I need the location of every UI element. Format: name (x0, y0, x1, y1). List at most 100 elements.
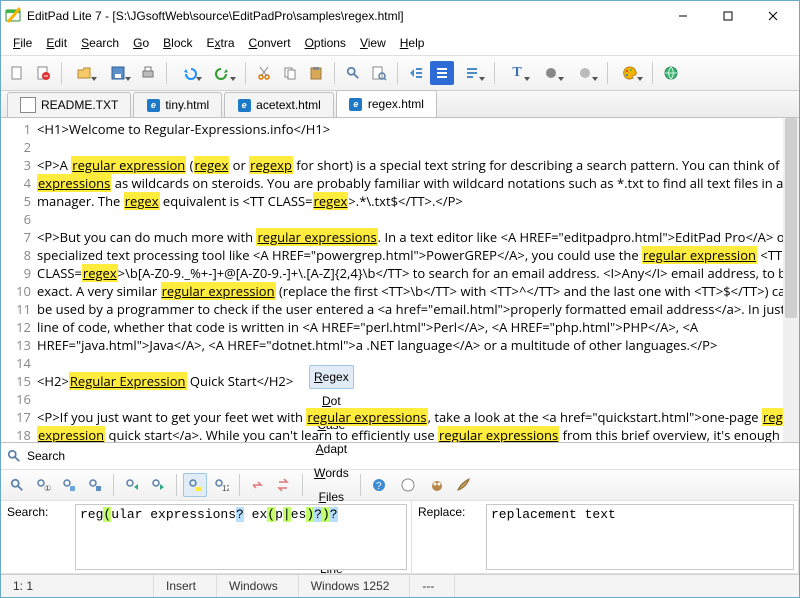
web-button[interactable] (659, 61, 683, 85)
vertical-scrollbar[interactable] (783, 118, 799, 442)
file-icon (20, 97, 36, 113)
owl-button[interactable] (425, 473, 449, 497)
copy-button[interactable] (278, 61, 302, 85)
code-line[interactable]: <H1>Welcome to Regular-Expressions.info<… (37, 120, 799, 138)
replace-once-button[interactable] (246, 473, 270, 497)
search-prev-button[interactable] (120, 473, 144, 497)
print-button[interactable] (136, 61, 160, 85)
maximize-button[interactable] (705, 2, 750, 30)
code-line[interactable]: line of code, whether that code is writt… (37, 318, 799, 336)
svg-text:?: ? (376, 481, 382, 492)
menu-search[interactable]: Search (75, 34, 125, 52)
menu-help[interactable]: Help (394, 34, 431, 52)
statusbar: 1: 1 Insert Windows Windows 1252 --- (1, 574, 799, 597)
font-color-button[interactable] (535, 61, 567, 85)
editor-area[interactable]: 123456789101112131415161718 <H1>Welcome … (1, 118, 799, 442)
count-matches-button[interactable]: 123 (209, 473, 233, 497)
outdent-button[interactable] (404, 61, 428, 85)
app-icon (5, 6, 23, 27)
code-line[interactable] (37, 390, 799, 408)
search-panel-header: Search (1, 443, 799, 469)
search-input[interactable]: reg(ular expressions? ex(p|es)?)? (75, 504, 407, 570)
status-mode[interactable]: Insert (154, 575, 217, 597)
menu-block[interactable]: Block (157, 34, 198, 52)
new-button[interactable] (5, 61, 29, 85)
menu-options[interactable]: Options (299, 34, 352, 52)
undo-button[interactable] (173, 61, 205, 85)
tab-readme-txt[interactable]: README.TXT (7, 92, 131, 117)
main-toolbar: T (1, 56, 799, 91)
find-next-button[interactable] (5, 473, 29, 497)
minimize-button[interactable] (660, 2, 705, 30)
font-button[interactable]: T (501, 61, 533, 85)
search-next-button[interactable] (146, 473, 170, 497)
find-selection-button[interactable] (57, 473, 81, 497)
file-icon (146, 98, 160, 112)
history-button[interactable] (393, 473, 423, 497)
code-line[interactable]: exact. A very similar regular expression… (37, 282, 799, 300)
menu-view[interactable]: View (354, 34, 392, 52)
code-line[interactable]: <P>If you just want to get your feet wet… (37, 408, 799, 426)
menu-go[interactable]: Go (127, 34, 155, 52)
search-panel-title: Search (27, 449, 65, 463)
cut-button[interactable] (252, 61, 276, 85)
app-window: EditPad Lite 7 - [S:\JGsoftWeb\source\Ed… (0, 0, 800, 598)
code-line[interactable]: HREF="java.html">Java</A>, <A HREF="dotn… (37, 336, 799, 354)
replace-label: Replace: (412, 501, 486, 573)
close-button[interactable] (750, 2, 795, 30)
find-button[interactable] (341, 61, 365, 85)
menu-file[interactable]: File (7, 34, 38, 52)
code-line[interactable] (37, 354, 799, 372)
replace-all-button[interactable] (272, 473, 296, 497)
code-line[interactable]: expressions as wildcards on steroids. Yo… (37, 174, 799, 192)
code-line[interactable]: expression quick start</a>. While you ca… (37, 426, 799, 442)
menubar: FileEditSearchGoBlockExtraConvertOptions… (1, 31, 799, 56)
palette-button[interactable] (614, 61, 646, 85)
tab-acetext-html[interactable]: acetext.html (224, 92, 334, 117)
code-line[interactable]: <P>But you can do much more with regular… (37, 228, 799, 246)
status-encoding[interactable]: Windows 1252 (299, 575, 411, 597)
search-label: Search: (1, 501, 75, 573)
code-line[interactable]: <P>A regular expression (regex or regexp… (37, 156, 799, 174)
find-first-button[interactable]: ① (31, 473, 55, 497)
search-opt-words[interactable]: Words (309, 461, 354, 485)
delete-button[interactable] (31, 61, 55, 85)
menu-extra[interactable]: Extra (201, 34, 241, 52)
status-platform[interactable]: Windows (217, 575, 299, 597)
highlight-button[interactable] (569, 61, 601, 85)
find-in-files-button[interactable] (367, 61, 391, 85)
code-line[interactable]: be used by a programmer to check if the … (37, 300, 799, 318)
file-icon (237, 98, 251, 112)
replace-input[interactable]: replacement text (486, 504, 794, 570)
menu-edit[interactable]: Edit (40, 34, 73, 52)
tab-regex-html[interactable]: regex.html (336, 90, 437, 117)
redo-button[interactable] (207, 61, 239, 85)
help-button[interactable]: ? (367, 473, 391, 497)
open-button[interactable] (68, 61, 100, 85)
tab-label: README.TXT (41, 98, 118, 112)
menu-convert[interactable]: Convert (243, 34, 297, 52)
wrap-button[interactable] (456, 61, 488, 85)
indent-button[interactable] (430, 61, 454, 85)
code-line[interactable]: specialized text processing tool like <A… (37, 246, 799, 264)
code-text[interactable]: <H1>Welcome to Regular-Expressions.info<… (37, 118, 799, 442)
svg-text:123: 123 (222, 484, 229, 493)
find-save-button[interactable] (83, 473, 107, 497)
code-line[interactable] (37, 138, 799, 156)
scroll-thumb[interactable] (785, 118, 797, 318)
tab-label: acetext.html (256, 98, 321, 112)
status-position: 1: 1 (1, 575, 154, 597)
highlight-all-button[interactable] (183, 473, 207, 497)
save-button[interactable] (102, 61, 134, 85)
tab-label: regex.html (368, 97, 424, 111)
code-line[interactable]: manager. The regex equivalent is <TT CLA… (37, 192, 799, 210)
code-line[interactable]: <H2>Regular Expression Quick Start</H2> (37, 372, 799, 390)
feather-button[interactable] (451, 473, 475, 497)
search-fields: Search: reg(ular expressions? ex(p|es)?)… (1, 501, 799, 574)
status-extra: --- (410, 575, 455, 597)
code-line[interactable] (37, 210, 799, 228)
tabbar: README.TXT tiny.html acetext.html regex.htm… (1, 91, 799, 118)
paste-button[interactable] (304, 61, 328, 85)
tab-tiny-html[interactable]: tiny.html (133, 92, 222, 117)
code-line[interactable]: CLASS=regex>\b[A-Z0-9._%+-]+@[A-Z0-9.-]+… (37, 264, 799, 282)
